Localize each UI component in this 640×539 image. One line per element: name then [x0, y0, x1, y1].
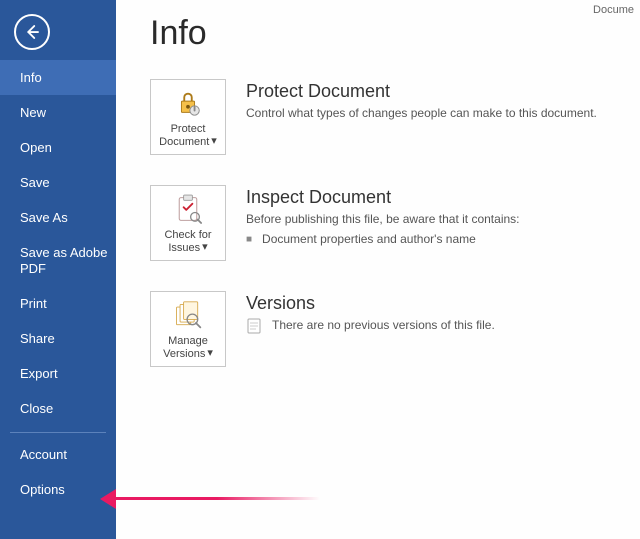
- nav-item-print[interactable]: Print: [0, 286, 116, 321]
- main-panel: Docume Info Protect Document▾: [116, 0, 640, 539]
- back-arrow-icon: [23, 23, 41, 41]
- nav-item-share[interactable]: Share: [0, 321, 116, 356]
- inspect-bullet-text: Document properties and author's name: [262, 232, 476, 246]
- protect-text: Control what types of changes people can…: [246, 106, 622, 120]
- versions-row: There are no previous versions of this f…: [246, 318, 622, 334]
- protect-document-button[interactable]: Protect Document▾: [150, 79, 226, 155]
- nav-list: Info New Open Save Save As Save as Adobe…: [0, 60, 116, 507]
- nav-divider: [10, 432, 106, 433]
- versions-tile-label-1: Manage: [168, 335, 208, 347]
- document-icon: [246, 318, 262, 334]
- chevron-down-icon: ▾: [207, 347, 213, 360]
- document-stack-icon: [173, 299, 203, 331]
- section-versions: Manage Versions▾ Versions There: [150, 291, 622, 367]
- protect-tile-label-1: Protect: [171, 123, 206, 135]
- nav-item-options[interactable]: Options: [0, 472, 116, 507]
- nav-item-open[interactable]: Open: [0, 130, 116, 165]
- versions-tile-label-2: Versions: [163, 348, 205, 360]
- manage-versions-button[interactable]: Manage Versions▾: [150, 291, 226, 367]
- inspect-tile-label-1: Check for: [164, 229, 211, 241]
- inspect-heading: Inspect Document: [246, 187, 622, 208]
- back-button[interactable]: [14, 14, 50, 50]
- protect-tile-label-2: Document: [159, 136, 209, 148]
- window-title-fragment: Docume: [593, 4, 634, 16]
- page-title: Info: [150, 14, 622, 53]
- nav-item-save[interactable]: Save: [0, 165, 116, 200]
- nav-item-account[interactable]: Account: [0, 437, 116, 472]
- protect-heading: Protect Document: [246, 81, 622, 102]
- backstage-sidebar: Info New Open Save Save As Save as Adobe…: [0, 0, 116, 539]
- nav-item-info[interactable]: Info: [0, 60, 116, 95]
- nav-item-save-as[interactable]: Save As: [0, 200, 116, 235]
- versions-heading: Versions: [246, 293, 622, 314]
- nav-item-close[interactable]: Close: [0, 391, 116, 426]
- check-for-issues-button[interactable]: Check for Issues▾: [150, 185, 226, 261]
- section-protect: Protect Document▾ Protect Document Contr…: [150, 79, 622, 155]
- chevron-down-icon: ▾: [202, 241, 208, 254]
- versions-text: There are no previous versions of this f…: [272, 318, 495, 332]
- nav-item-save-as-adobe-pdf[interactable]: Save as Adobe PDF: [0, 235, 116, 286]
- section-inspect: Check for Issues▾ Inspect Document Befor…: [150, 185, 622, 261]
- inspect-tile-label-2: Issues: [168, 242, 200, 254]
- clipboard-check-icon: [174, 193, 202, 225]
- chevron-down-icon: ▾: [211, 135, 217, 148]
- inspect-text: Before publishing this file, be aware th…: [246, 212, 622, 226]
- square-bullet-icon: ■: [246, 234, 252, 245]
- lock-icon: [173, 87, 203, 119]
- inspect-bullet-row: ■ Document properties and author's name: [246, 232, 622, 246]
- nav-item-export[interactable]: Export: [0, 356, 116, 391]
- nav-item-new[interactable]: New: [0, 95, 116, 130]
